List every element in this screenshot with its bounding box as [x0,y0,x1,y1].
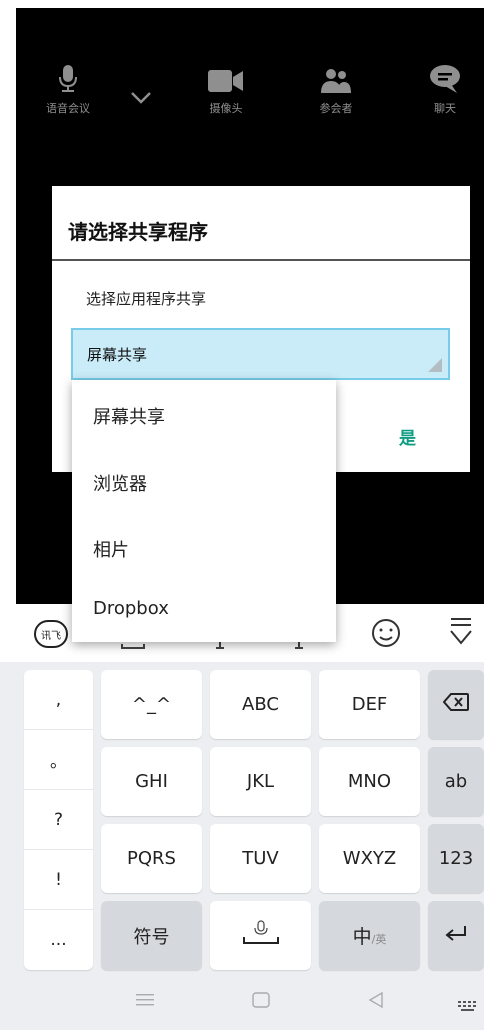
key-mno[interactable]: MNO [319,747,420,816]
voice-conference-label: 语音会议 [46,102,90,115]
microphone-icon [23,58,113,94]
keyboard-switch-nav-icon[interactable] [458,996,480,1015]
participants-label: 参会者 [319,102,353,115]
symbols-key[interactable]: 符号 [101,901,202,970]
key-emoticon[interactable]: ^_^ [101,670,202,739]
dialog-subtitle: 选择应用程序共享 [86,290,207,308]
language-toggle-key[interactable]: 中/英 [319,901,420,970]
lang-alt-label: /英 [371,932,387,946]
menu-nav-icon[interactable] [136,992,154,1011]
key-ghi[interactable]: GHI [101,747,202,816]
video-camera-icon [181,58,271,94]
confirm-button[interactable]: 是 [399,424,416,449]
punctuation-column: , 。 ? ! ... [24,670,93,970]
backspace-key[interactable] [428,670,484,739]
punct-question-key[interactable]: ? [24,790,93,850]
punct-ellipsis-key[interactable]: ... [24,910,93,970]
dialog-divider [52,259,470,261]
status-bar [0,0,484,8]
key-jkl[interactable]: JKL [210,747,311,816]
t9-keyboard: , 。 ? ! ... ^_^ ABC DEF GHI JKL MNO ab P… [0,662,484,1030]
share-type-select[interactable]: 屏幕共享 [71,328,450,380]
camera-label: 摄像头 [209,102,243,115]
option-browser[interactable]: 浏览器 [93,470,147,496]
punct-exclaim-key[interactable]: ! [24,850,93,910]
punct-period-key[interactable]: 。 [24,730,93,790]
share-options-dropdown: 屏幕共享 浏览器 相片 Dropbox [72,380,336,642]
lang-main-label: 中 [352,926,372,948]
option-screen-share[interactable]: 屏幕共享 [93,403,165,429]
option-photos[interactable]: 相片 [93,536,129,562]
chat-button[interactable]: 聊天 [400,58,484,116]
back-nav-icon[interactable] [368,991,384,1012]
key-wxyz[interactable]: WXYZ [319,824,420,893]
enter-key[interactable] [428,901,484,970]
key-pqrs[interactable]: PQRS [101,824,202,893]
chevron-down-icon[interactable] [130,90,152,109]
participants-button[interactable]: 参会者 [291,58,381,116]
dialog-title: 请选择共享程序 [68,220,208,244]
space-mic-icon [241,920,281,951]
people-icon [291,58,381,94]
emoji-icon[interactable] [371,618,401,652]
ime-logo-icon[interactable]: 讯飞 [34,620,68,648]
key-def[interactable]: DEF [319,670,420,739]
ab-mode-key[interactable]: ab [428,747,484,816]
voice-conference-button[interactable]: 语音会议 [23,58,113,116]
home-nav-icon[interactable] [252,992,270,1012]
chat-bubble-icon [400,58,484,94]
option-dropbox[interactable]: Dropbox [93,598,169,619]
screen: 语音会议 摄像头 参会者 聊天 请选择共享程序 选择应用程序共享 屏幕共享 是 … [0,0,484,1030]
select-corner-icon [428,358,442,372]
space-key[interactable] [210,901,311,970]
backspace-icon [442,693,469,716]
enter-icon [444,924,468,947]
collapse-keyboard-icon[interactable] [448,616,474,652]
punct-comma-key[interactable]: , [24,670,93,730]
key-abc[interactable]: ABC [210,670,311,739]
chat-label: 聊天 [434,102,456,115]
num-mode-key[interactable]: 123 [428,824,484,893]
camera-button[interactable]: 摄像头 [181,58,271,116]
select-value: 屏幕共享 [87,346,148,364]
key-tuv[interactable]: TUV [210,824,311,893]
